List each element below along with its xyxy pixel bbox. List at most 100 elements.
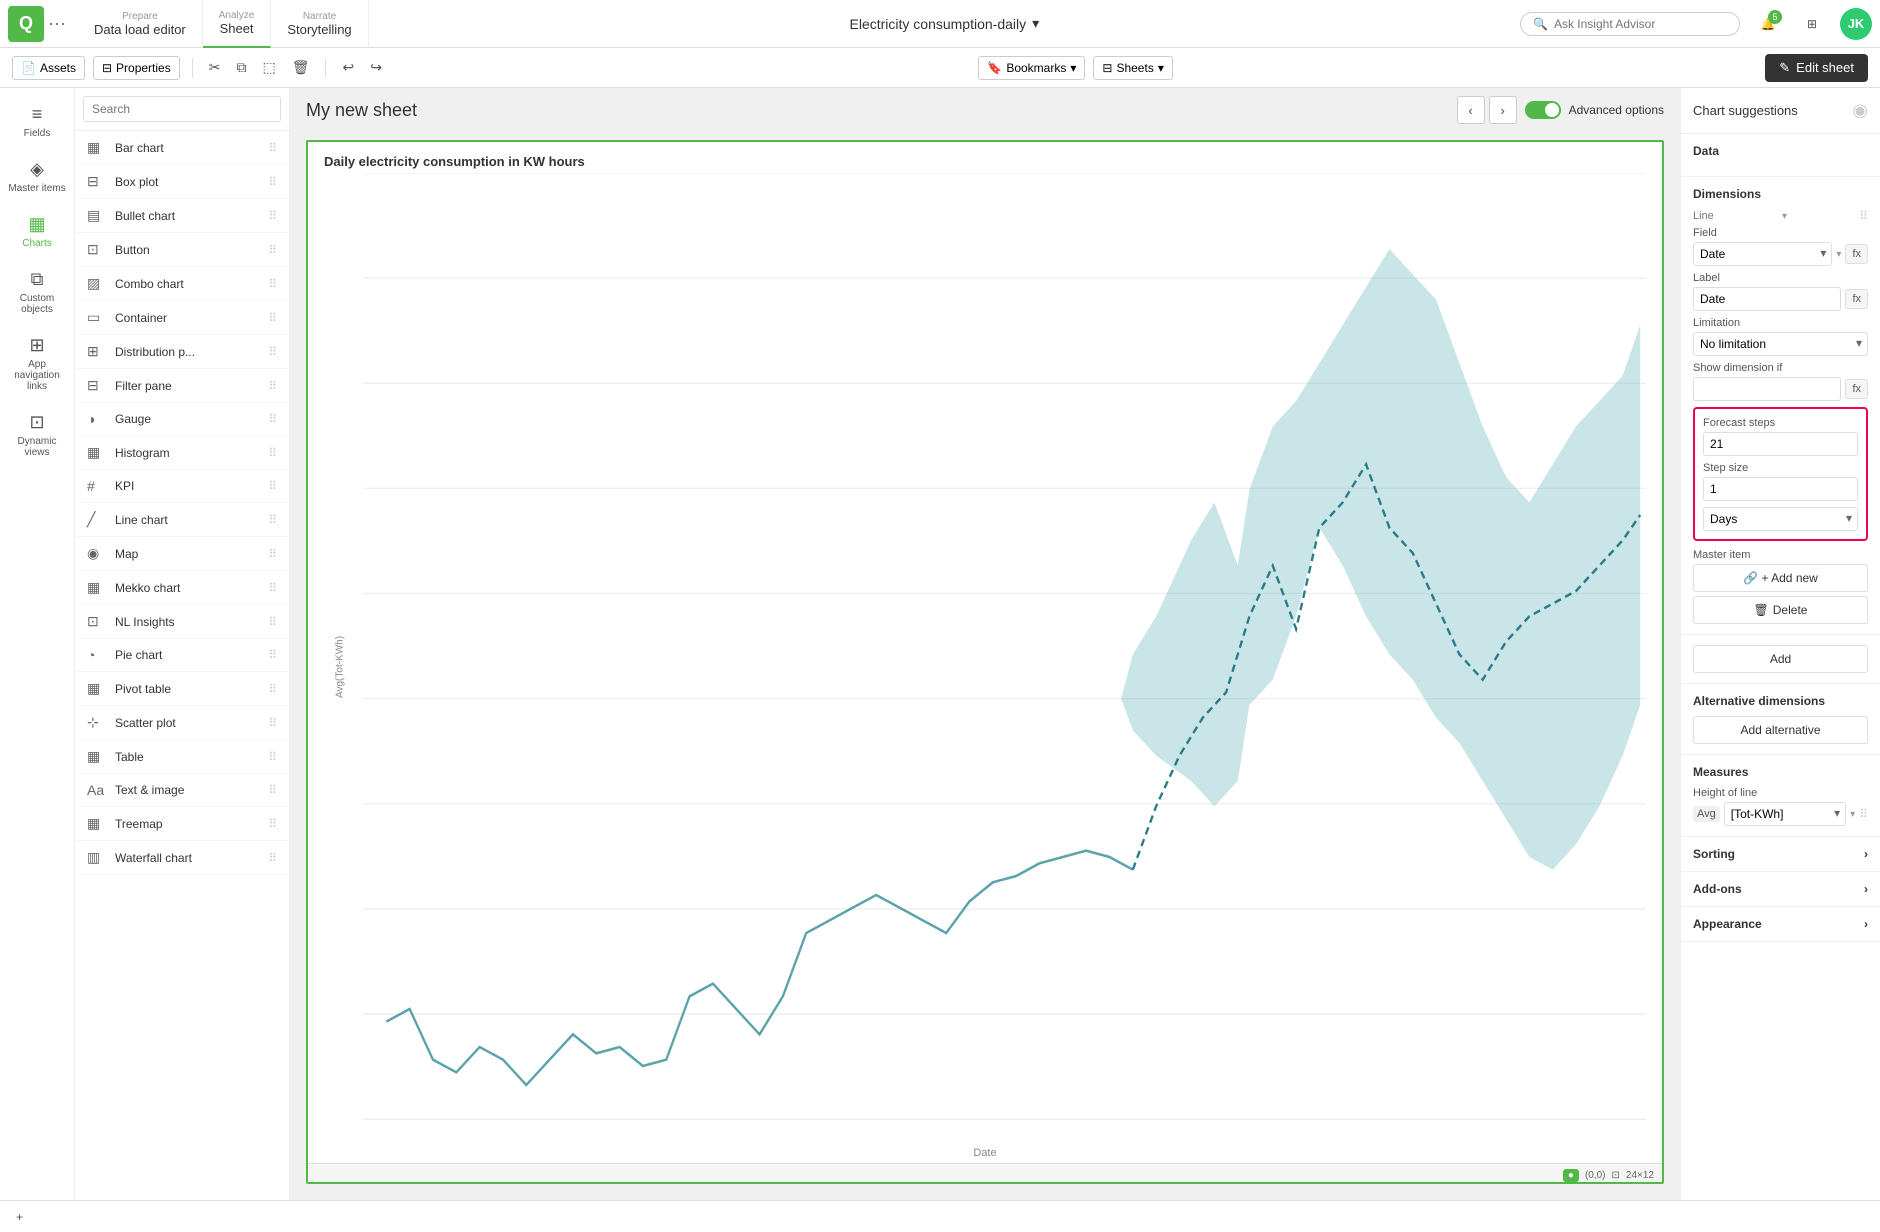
measure-select-wrap: [Tot-KWh] <box>1724 802 1846 826</box>
chart-item-map[interactable]: ◉ Map ⠿ <box>75 537 289 571</box>
edit-sheet-btn[interactable]: ✎ Edit sheet <box>1765 54 1868 82</box>
show-dim-input[interactable] <box>1693 377 1841 401</box>
chart-item-container[interactable]: ▭ Container ⠿ <box>75 301 289 335</box>
delete-btn[interactable]: 🗑 Delete <box>1693 596 1868 624</box>
chart-item-box-plot[interactable]: ⊟ Box plot ⠿ <box>75 165 289 199</box>
data-label: Data <box>1693 144 1868 158</box>
chart-item-waterfall-chart[interactable]: ▥ Waterfall chart ⠿ <box>75 841 289 875</box>
toolbar-sep-2 <box>325 58 326 78</box>
chart-item-gauge[interactable]: ◑ Gauge ⠿ <box>75 403 289 436</box>
advanced-options-toggle[interactable]: Advanced options <box>1525 101 1664 119</box>
limitation-select[interactable]: No limitationFixed numberExact valueRela… <box>1693 332 1868 356</box>
chart-item-combo-chart[interactable]: ▨ Combo chart ⠿ <box>75 267 289 301</box>
cut-btn[interactable]: ✂ <box>205 55 225 80</box>
notifications-btn[interactable]: 🔔 5 <box>1752 8 1784 40</box>
chart-title: Daily electricity consumption in KW hour… <box>308 142 1662 173</box>
nav-more-btn[interactable]: ··· <box>48 13 66 34</box>
chart-item-bullet-chart[interactable]: ▤ Bullet chart ⠿ <box>75 199 289 233</box>
add-dimension-btn[interactable]: Add <box>1693 645 1868 673</box>
prev-btn[interactable]: ‹ <box>1457 96 1485 124</box>
chart-item-line-chart[interactable]: ╱ Line chart ⠿ <box>75 503 289 537</box>
appearance-section[interactable]: Appearance › <box>1681 907 1880 942</box>
redo-btn[interactable]: ↪ <box>366 55 386 80</box>
drag-handle-distribution-p: ⠿ <box>268 345 277 359</box>
chart-icon-pie-chart: ◔ <box>87 647 107 663</box>
copy-btn[interactable]: ⧉ <box>232 55 250 80</box>
chart-item-button[interactable]: ⊡ Button ⠿ <box>75 233 289 267</box>
drag-handle: ⠿ <box>1859 209 1868 223</box>
bookmarks-btn[interactable]: 🔖 Bookmarks ▾ <box>978 56 1085 80</box>
line-collapse-arrow[interactable]: ▾ <box>1782 211 1787 222</box>
chart-label-mekko-chart: Mekko chart <box>115 581 260 595</box>
prop-data-section: Data <box>1681 134 1880 177</box>
sidebar-item-master-items[interactable]: ◈ Master items <box>2 151 72 202</box>
chart-label-bar-chart: Bar chart <box>115 141 260 155</box>
sidebar-item-fields[interactable]: ≡ Fields <box>2 96 72 147</box>
next-btn[interactable]: › <box>1489 96 1517 124</box>
chart-item-histogram[interactable]: ▦ Histogram ⠿ <box>75 436 289 470</box>
chart-item-pie-chart[interactable]: ◔ Pie chart ⠿ <box>75 639 289 672</box>
prop-header: Chart suggestions ◉ <box>1681 88 1880 134</box>
insight-advisor-search[interactable]: 🔍 <box>1520 12 1740 36</box>
sidebar-item-app-nav[interactable]: ⊞ App navigation links <box>2 327 72 400</box>
nav-narrate[interactable]: Narrate Storytelling <box>271 0 368 48</box>
prop-dimensions-section: Dimensions Line ▾ ⠿ Field Date ▾ fx Labe… <box>1681 177 1880 635</box>
chart-item-distribution-p[interactable]: ⊞ Distribution p... ⠿ <box>75 335 289 369</box>
chart-icon-text-image: Aa <box>87 782 107 798</box>
grid-btn[interactable]: ⊞ <box>1796 8 1828 40</box>
add-sheet-btn[interactable]: + <box>16 1210 23 1224</box>
avatar[interactable]: JK <box>1840 8 1872 40</box>
delete-btn[interactable]: 🗑 <box>288 55 314 80</box>
chart-item-text-image[interactable]: Aa Text & image ⠿ <box>75 774 289 807</box>
label-fx-btn[interactable]: fx <box>1845 289 1868 309</box>
sidebar-item-dynamic-views[interactable]: ⊡ Dynamic views <box>2 404 72 466</box>
step-unit-select[interactable]: DaysHoursWeeksMonthsYears <box>1703 507 1858 531</box>
show-dim-fx-btn[interactable]: fx <box>1845 379 1868 399</box>
drag-handle-map: ⠿ <box>268 547 277 561</box>
step-size-input[interactable] <box>1703 477 1858 501</box>
sidebar-item-charts[interactable]: ▦ Charts <box>2 206 72 257</box>
nav-prepare[interactable]: Prepare Data load editor <box>78 0 203 48</box>
chart-item-kpi[interactable]: # KPI ⠿ <box>75 470 289 503</box>
chart-item-table[interactable]: ▦ Table ⠿ <box>75 740 289 774</box>
chart-icon-distribution-p: ⊞ <box>87 343 107 360</box>
label-input[interactable] <box>1693 287 1841 311</box>
show-dim-label: Show dimension if <box>1693 362 1868 374</box>
forecast-input[interactable] <box>1703 432 1858 456</box>
sheets-btn[interactable]: ⊟ Sheets ▾ <box>1093 56 1172 80</box>
field-label: Field <box>1693 227 1868 239</box>
chart-item-treemap[interactable]: ▦ Treemap ⠿ <box>75 807 289 841</box>
field-select[interactable]: Date <box>1693 242 1832 266</box>
paste-btn[interactable]: ⬚ <box>258 55 279 80</box>
add-new-btn[interactable]: 🔗 + Add new <box>1693 564 1868 592</box>
sorting-section[interactable]: Sorting › <box>1681 837 1880 872</box>
chart-item-bar-chart[interactable]: ▦ Bar chart ⠿ <box>75 131 289 165</box>
chart-item-mekko-chart[interactable]: ▦ Mekko chart ⠿ <box>75 571 289 605</box>
chart-item-filter-pane[interactable]: ⊟ Filter pane ⠿ <box>75 369 289 403</box>
chart-item-pivot-table[interactable]: ▦ Pivot table ⠿ <box>75 672 289 706</box>
chart-suggestions-toggle[interactable]: ◉ <box>1852 100 1868 121</box>
add-alt-btn[interactable]: Add alternative <box>1693 716 1868 744</box>
undo-btn[interactable]: ↩ <box>338 55 358 80</box>
app-title[interactable]: Electricity consumption-daily ▾ <box>850 15 1040 32</box>
chart-label-histogram: Histogram <box>115 446 260 460</box>
chart-item-scatter-plot[interactable]: ⊹ Scatter plot ⠿ <box>75 706 289 740</box>
drag-handle-treemap: ⠿ <box>268 817 277 831</box>
nav-analyze[interactable]: Analyze Sheet <box>203 0 272 48</box>
chart-label-button: Button <box>115 243 260 257</box>
measure-select[interactable]: [Tot-KWh] <box>1724 802 1846 826</box>
chart-item-nl-insights[interactable]: ⊡ NL Insights ⠿ <box>75 605 289 639</box>
toggle-switch[interactable] <box>1525 101 1561 119</box>
qlik-logo[interactable]: Q <box>8 6 44 42</box>
sidebar-item-custom-objects[interactable]: ⧉ Custom objects <box>2 261 72 323</box>
properties-btn[interactable]: ⊟ Properties <box>93 56 180 80</box>
search-icon: 🔍 <box>1533 17 1548 31</box>
field-fx-btn[interactable]: fx <box>1845 244 1868 264</box>
search-input[interactable] <box>1554 17 1714 31</box>
charts-search-input[interactable] <box>83 96 281 122</box>
assets-btn[interactable]: 📄 Assets <box>12 56 85 80</box>
y-axis-label: Avg(Tot-KWh) <box>335 638 346 698</box>
chart-icon-combo-chart: ▨ <box>87 275 107 292</box>
chart-container: Daily electricity consumption in KW hour… <box>290 132 1680 1200</box>
addons-section[interactable]: Add-ons › <box>1681 872 1880 907</box>
